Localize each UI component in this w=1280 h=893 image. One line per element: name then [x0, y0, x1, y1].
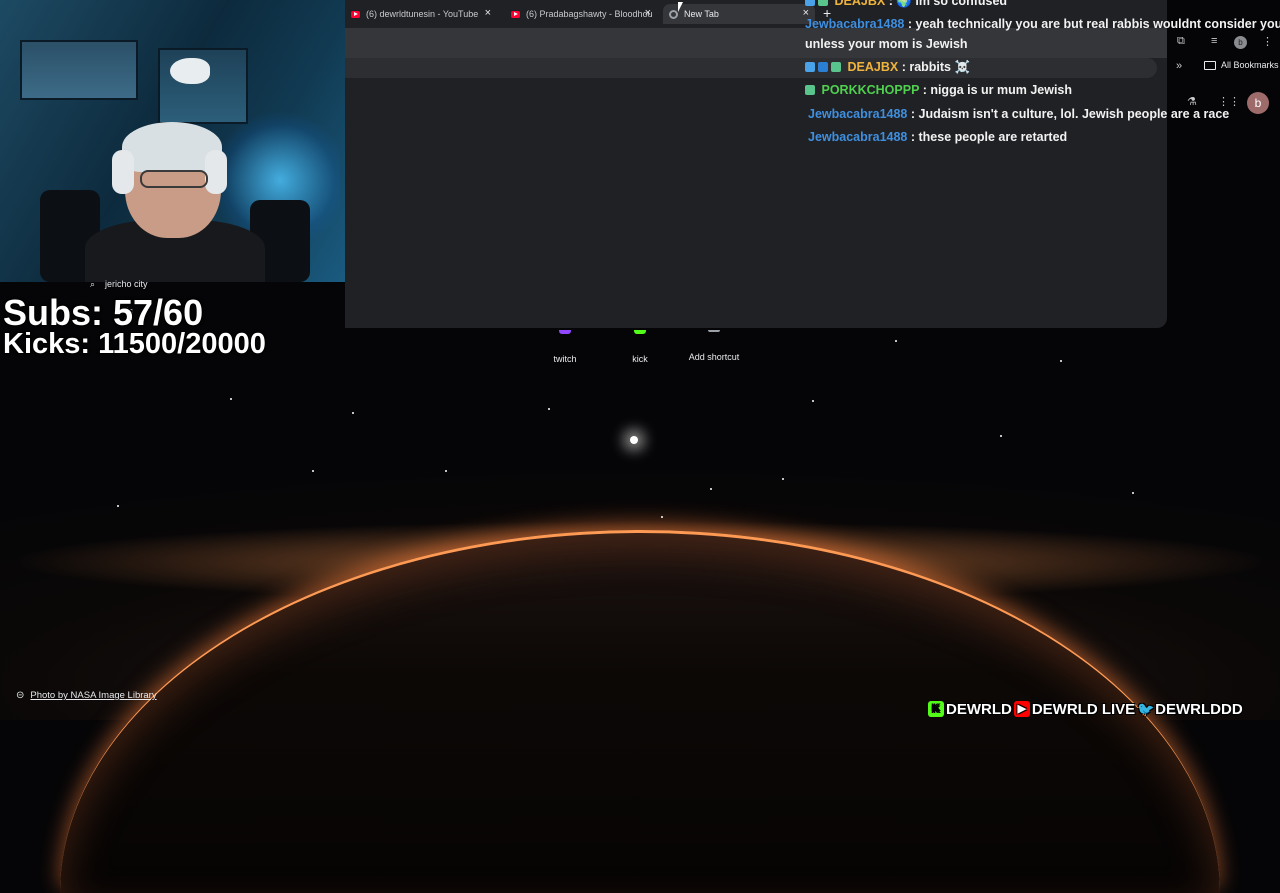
close-icon[interactable]: × [645, 7, 651, 19]
chat-username: Jewbacabra1488 [808, 107, 908, 121]
menu-kebab-icon[interactable]: ⋮ [1262, 35, 1273, 48]
shortcut-label: twitch [553, 354, 577, 364]
badge-icon [818, 0, 828, 6]
profile-avatar-small[interactable]: b [1234, 36, 1247, 49]
social-handle: DEWRLDDD [1155, 700, 1243, 718]
kicks-counter: Kicks: 11500/20000 [3, 328, 266, 360]
chat-username: PORKKCHOPPP [821, 83, 920, 97]
star [782, 478, 784, 480]
tab-youtube-pradabagshawty[interactable]: (6) Pradabagshawty - Bloodhou × [505, 4, 657, 24]
socials-banner: K DEWRLD ▶ DEWRLD LIVE 🐦 DEWRLDDD [928, 699, 1245, 719]
star [445, 470, 447, 472]
star [710, 488, 712, 490]
shortcut-kick[interactable]: kick [610, 330, 670, 364]
chat-text: : yeah technically you are but real rabb… [907, 17, 1280, 31]
headphones [112, 150, 134, 194]
star [230, 398, 232, 400]
twitch-icon [559, 330, 571, 334]
star [895, 340, 897, 342]
mouse-cursor-icon [678, 2, 683, 12]
kick-icon [634, 330, 646, 334]
address-bar[interactable] [345, 58, 1157, 78]
tab-search-icon[interactable]: ≡ [1211, 35, 1217, 47]
bright-star [630, 436, 638, 444]
chat-username: DEAJBX [847, 60, 899, 74]
tab-label: (6) dewrldtunesin - YouTube [366, 9, 479, 19]
youtube-icon [511, 10, 520, 18]
search-query[interactable]: jericho city [105, 279, 148, 290]
chat-text: unless your mom is Jewish [805, 37, 968, 51]
bookmarks-overflow-icon[interactable]: » [1176, 60, 1182, 72]
link-icon: ⊝ [16, 690, 25, 701]
photo-credit-label: Photo by NASA Image Library [30, 690, 157, 701]
shortcut-label: Add shortcut [688, 352, 740, 362]
all-bookmarks-label: All Bookmarks [1221, 60, 1279, 70]
search-dropdown-remnant: ⌕ jericho city [90, 279, 148, 290]
chat-username: DEAJBX [834, 0, 886, 8]
shortcut-add[interactable]: Add shortcut [684, 330, 744, 362]
star [352, 412, 354, 414]
chat-username: Jewbacabra1488 [808, 130, 908, 144]
all-bookmarks-button[interactable]: All Bookmarks [1204, 60, 1279, 70]
chat-message: DEAJBX : 🌍 im so confused [805, 0, 1007, 9]
badge-icon [818, 62, 828, 72]
plus-icon [708, 330, 720, 332]
star [548, 408, 550, 410]
kick-icon: K [928, 701, 944, 717]
chat-text: : 🌍 im so confused [888, 0, 1008, 8]
tab-new-tab[interactable]: New Tab × [663, 4, 815, 24]
social-youtube: ▶ DEWRLD LIVE [1013, 700, 1136, 718]
tab-label: New Tab [684, 9, 719, 19]
profile-avatar[interactable]: b [1247, 92, 1269, 114]
chat-text: : these people are retarted [910, 130, 1068, 144]
social-handle: DEWRLD LIVE [1031, 700, 1136, 718]
twitter-icon: 🐦 [1137, 701, 1155, 717]
chat-message: PORKKCHOPPP : nigga is ur mum Jewish [805, 83, 1072, 97]
star [1132, 492, 1134, 494]
tab-youtube-dewrldtunesin[interactable]: (6) dewrldtunesin - YouTube × [345, 4, 497, 24]
chat-message: Jewbacabra1488 : Judaism isn't a culture… [808, 107, 1229, 121]
chat-message-continuation: unless your mom is Jewish [805, 37, 968, 51]
star [1060, 360, 1062, 362]
social-kick: K DEWRLD [928, 701, 1012, 718]
headphones [205, 150, 227, 194]
shortcut-label: kick [632, 354, 648, 364]
chat-message: Jewbacabra1488 : these people are retart… [808, 130, 1067, 144]
search-icon: ⌕ [90, 279, 96, 289]
shortcut-twitch[interactable]: twitch [535, 330, 595, 364]
star [1000, 435, 1002, 437]
chat-text: : rabbits ☠️ [901, 60, 971, 74]
wall-painting [20, 40, 138, 100]
webcam-overlay [0, 0, 345, 282]
star [312, 470, 314, 472]
chat-message: DEAJBX : rabbits ☠️ [805, 60, 970, 75]
social-handle: DEWRLD [946, 700, 1012, 718]
star [117, 505, 119, 507]
folder-icon [1204, 60, 1216, 70]
badge-icon [831, 62, 841, 72]
goose-figure [170, 58, 210, 84]
extensions-icon[interactable]: ⧉ [1177, 35, 1185, 48]
social-twitter: 🐦 DEWRLDDD [1137, 701, 1243, 718]
glasses [140, 170, 208, 188]
photo-credit[interactable]: ⊝ Photo by NASA Image Library [16, 690, 157, 701]
tab-label: (6) Pradabagshawty - Bloodhou [526, 9, 653, 19]
close-icon[interactable]: × [485, 7, 491, 19]
youtube-icon: ▶ [1013, 701, 1030, 717]
youtube-icon [351, 10, 360, 18]
chat-text: : nigga is ur mum Jewish [922, 83, 1073, 97]
star [661, 516, 663, 518]
chrome-icon [669, 9, 678, 19]
badge-icon [805, 85, 815, 95]
chat-message: Jewbacabra1488 : yeah technically you ar… [805, 17, 1280, 31]
browser-window: (6) dewrldtunesin - YouTube × (6) Pradab… [345, 0, 1167, 328]
badge-icon [805, 0, 815, 6]
browser-toolbar [345, 28, 1167, 58]
badge-icon [805, 62, 815, 72]
chat-username: Jewbacabra1488 [805, 17, 905, 31]
chat-text: : Judaism isn't a culture, lol. Jewish p… [910, 107, 1230, 121]
star [812, 400, 814, 402]
